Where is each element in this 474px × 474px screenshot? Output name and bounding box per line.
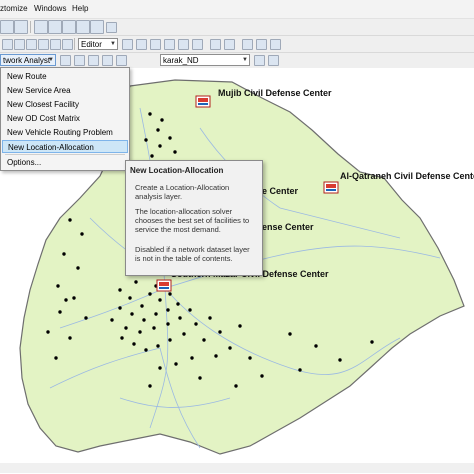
toolbar-tools: Editor ▼: [0, 36, 474, 53]
edit-vertices-icon[interactable]: [14, 20, 28, 34]
menu-item-new-closest-facility[interactable]: New Closest Facility: [2, 98, 128, 111]
create-features-icon[interactable]: [270, 39, 281, 50]
menu-bar: ztomize Windows Help: [0, 0, 474, 19]
na-window-icon[interactable]: [60, 55, 71, 66]
pan-icon[interactable]: [26, 39, 37, 50]
menu-help[interactable]: Help: [72, 4, 88, 13]
menu-item-new-od-cost-matrix[interactable]: New OD Cost Matrix: [2, 112, 128, 125]
toolbox-icon[interactable]: [62, 20, 76, 34]
network-identify-icon[interactable]: [268, 55, 279, 66]
python-icon[interactable]: [76, 20, 90, 34]
menu-windows[interactable]: Windows: [34, 4, 66, 13]
menu-separator: [5, 154, 125, 155]
straight-segment-icon[interactable]: [150, 39, 161, 50]
help-icon[interactable]: [106, 22, 117, 33]
attributes-icon[interactable]: [242, 39, 253, 50]
editor-menu[interactable]: Editor ▼: [78, 38, 118, 50]
menu-item-new-route[interactable]: New Route: [2, 70, 128, 83]
zoom-out-icon[interactable]: [14, 39, 25, 50]
select-move-location-icon[interactable]: [88, 55, 99, 66]
toc-icon[interactable]: [48, 20, 62, 34]
build-network-icon[interactable]: [254, 55, 265, 66]
menu-item-new-service-area[interactable]: New Service Area: [2, 84, 128, 97]
sketch-icon[interactable]: [136, 39, 147, 50]
network-dataset-select[interactable]: karak_ND ▼: [160, 54, 250, 66]
facility-label-al-qatraneh: Al-Qatraneh Civil Defense Cente: [340, 171, 474, 181]
solve-icon[interactable]: [102, 55, 113, 66]
split-tool-icon[interactable]: [210, 39, 221, 50]
toolbar-separator: [74, 38, 75, 50]
tooltip-new-location-allocation: New Location-Allocation Create a Locatio…: [125, 160, 263, 276]
tooltip-paragraph: Disabled if a network dataset layer is n…: [135, 245, 250, 263]
menu-item-options[interactable]: Options...: [2, 156, 128, 169]
trace-icon[interactable]: [178, 39, 189, 50]
menu-customize[interactable]: ztomize: [0, 4, 28, 13]
map-horizontal-scrollbar[interactable]: [0, 463, 474, 473]
catalog-icon[interactable]: [34, 20, 48, 34]
chevron-down-icon: ▼: [48, 57, 54, 63]
model-builder-icon[interactable]: [90, 20, 104, 34]
tooltip-title: New Location-Allocation: [130, 166, 224, 175]
fire-station-icon[interactable]: [156, 279, 172, 292]
toolbar-separator: [30, 21, 31, 33]
tooltip-paragraph: Create a Location-Allocation analysis la…: [135, 183, 230, 201]
facility-label-mujib: Mujib Civil Defense Center: [218, 88, 332, 98]
toolbar-standard: [0, 19, 474, 36]
endpoint-arc-icon[interactable]: [164, 39, 175, 50]
zoom-in-icon[interactable]: [2, 39, 13, 50]
facility-label-partial-2: ense Center: [262, 222, 314, 232]
full-extent-icon[interactable]: [38, 39, 49, 50]
network-analyst-label: twork Analyst: [3, 56, 51, 65]
network-dataset-value: karak_ND: [163, 56, 199, 65]
forward-icon[interactable]: [62, 39, 73, 50]
fire-station-icon[interactable]: [323, 181, 339, 194]
network-analyst-dropdown: New Route New Service Area New Closest F…: [0, 67, 130, 171]
edit-tool-icon[interactable]: [122, 39, 133, 50]
sketch-properties-icon[interactable]: [256, 39, 267, 50]
tooltip-paragraph: The location-allocation solver chooses t…: [135, 207, 250, 234]
fire-station-icon[interactable]: [195, 95, 211, 108]
network-analyst-menu[interactable]: twork Analyst ▼: [0, 54, 56, 66]
tool-icon[interactable]: [0, 20, 14, 34]
menu-item-new-location-allocation[interactable]: New Location-Allocation: [2, 140, 128, 153]
create-network-location-icon[interactable]: [74, 55, 85, 66]
menu-item-new-vehicle-routing-problem[interactable]: New Vehicle Routing Problem: [2, 126, 128, 139]
chevron-down-icon: ▼: [242, 57, 248, 63]
back-icon[interactable]: [50, 39, 61, 50]
editor-label: Editor: [81, 40, 102, 49]
facility-label-partial-1: e Center: [262, 186, 299, 196]
rotate-icon[interactable]: [224, 39, 235, 50]
directions-icon[interactable]: [116, 55, 127, 66]
point-icon[interactable]: [192, 39, 203, 50]
chevron-down-icon: ▼: [110, 41, 116, 47]
